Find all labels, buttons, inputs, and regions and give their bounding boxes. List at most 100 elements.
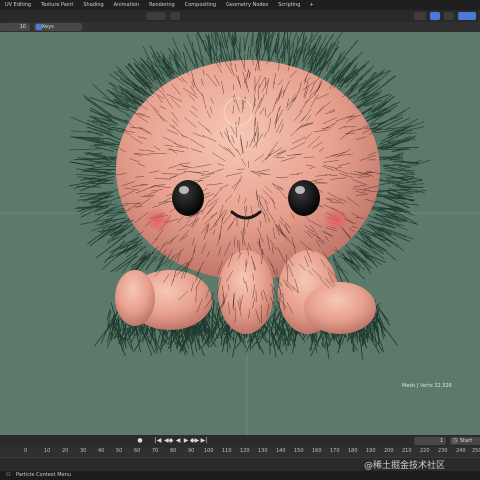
- tab-geometry-nodes[interactable]: Geometry Nodes: [221, 0, 273, 10]
- 3d-viewport[interactable]: [0, 32, 480, 435]
- fur-strand: [70, 116, 104, 132]
- watermark: @稀土掘金技术社区: [364, 461, 446, 471]
- overlay-toggle-icon[interactable]: [430, 12, 440, 20]
- status-hint: Particle Context Menu: [15, 472, 71, 478]
- ruler-tick: 30: [80, 448, 87, 454]
- record-button[interactable]: ●: [136, 437, 144, 445]
- start-frame-field[interactable]: ◷ Start: [450, 437, 480, 445]
- fur-strand: [394, 202, 419, 206]
- hair-strand: [154, 251, 161, 260]
- shading-mode-icon[interactable]: [458, 12, 476, 20]
- fur-strand: [70, 130, 103, 134]
- play-reverse-icon[interactable]: ◀: [174, 437, 182, 445]
- hair-strand: [215, 302, 218, 319]
- tentacle-far-left: [115, 270, 155, 326]
- current-frame-field[interactable]: 1: [414, 437, 446, 445]
- fur-strand: [186, 33, 199, 66]
- ruler-tick: 100: [204, 448, 214, 454]
- tentacle-right: [304, 282, 376, 334]
- keyframe-icon: [36, 24, 42, 30]
- ruler-tick: 220: [420, 448, 430, 454]
- transform-pivot-icon[interactable]: [414, 12, 426, 20]
- fur-strand: [69, 148, 103, 151]
- view-options-button[interactable]: [170, 12, 180, 20]
- ruler-tick: 180: [348, 448, 358, 454]
- fur-strand: [376, 172, 400, 179]
- status-bar: ⎔ Particle Context Menu: [0, 471, 480, 480]
- fur-strand: [352, 69, 372, 88]
- eye-right-highlight: [295, 186, 305, 194]
- end-frame-field[interactable]: 10: [0, 23, 30, 31]
- jump-end-icon[interactable]: ▶|: [200, 437, 208, 445]
- fur-strand: [269, 329, 271, 355]
- timeline-header-row: 10 Keys: [0, 22, 480, 32]
- tab-shading[interactable]: Shading: [78, 0, 108, 10]
- ruler-tick: 40: [98, 448, 105, 454]
- add-workspace-button[interactable]: +: [305, 0, 317, 10]
- play-icon[interactable]: ▶: [182, 437, 190, 445]
- ruler-tick: 130: [258, 448, 268, 454]
- viewport-stats: Mesh | Verts 22,326: [402, 383, 452, 389]
- ruler-tick: 240: [456, 448, 466, 454]
- fur-strand: [332, 39, 359, 71]
- cheek-right: [322, 208, 350, 232]
- jump-start-icon[interactable]: |◀: [154, 437, 162, 445]
- ruler-tick: 150: [294, 448, 304, 454]
- keys-dropdown[interactable]: Keys: [34, 23, 82, 31]
- ruler-tick: 90: [188, 448, 195, 454]
- mouse-icon: ⎔: [6, 472, 11, 478]
- workspace-tab-bar: UV Editing Texture Paint Shading Animati…: [0, 0, 480, 10]
- frame-ruler[interactable]: 0 10 20 30 40 50 60 70 80 90 100 110 120…: [0, 447, 480, 457]
- tab-texture-paint[interactable]: Texture Paint: [36, 0, 78, 10]
- fur-strand: [396, 146, 420, 149]
- fur-strand: [232, 328, 239, 358]
- fur-strand: [244, 32, 249, 52]
- ruler-tick: 110: [222, 448, 232, 454]
- fur-strand: [358, 71, 376, 92]
- cheek-left: [144, 208, 172, 232]
- tab-compositing[interactable]: Compositing: [180, 0, 221, 10]
- fur-strand: [376, 308, 378, 333]
- fur-strand: [103, 132, 123, 141]
- ruler-tick: 140: [276, 448, 286, 454]
- fur-strand: [115, 255, 138, 272]
- keys-label: Keys: [42, 24, 54, 30]
- tab-scripting[interactable]: Scripting: [273, 0, 305, 10]
- prev-key-icon[interactable]: ◀◆: [164, 437, 173, 445]
- fur-strand: [97, 173, 116, 177]
- ruler-tick: 160: [312, 448, 322, 454]
- eye-right: [288, 180, 320, 216]
- next-key-icon[interactable]: ◆▶: [190, 437, 199, 445]
- ruler-tick: 10: [44, 448, 51, 454]
- clock-icon: ◷: [452, 437, 458, 444]
- ruler-tick: 0: [24, 448, 28, 454]
- fur-strand: [398, 190, 427, 194]
- fur-strand: [274, 311, 277, 335]
- hair-strand: [273, 287, 279, 300]
- ruler-tick: 50: [116, 448, 123, 454]
- xray-toggle-icon[interactable]: [444, 12, 454, 20]
- tab-rendering[interactable]: Rendering: [144, 0, 180, 10]
- eye-left: [172, 180, 204, 216]
- fur-strand: [396, 183, 425, 187]
- view-mode-dropdown[interactable]: [146, 12, 166, 20]
- ruler-tick: 80: [170, 448, 177, 454]
- ruler-tick: 170: [330, 448, 340, 454]
- ruler-tick: 60: [134, 448, 141, 454]
- tab-uv-editing[interactable]: UV Editing: [0, 0, 36, 10]
- ruler-tick: 210: [402, 448, 412, 454]
- fur-strand: [84, 152, 117, 160]
- eye-left-highlight: [179, 186, 189, 194]
- ruler-tick: 20: [62, 448, 69, 454]
- ruler-tick: 200: [384, 448, 394, 454]
- tab-animation[interactable]: Animation: [109, 0, 145, 10]
- fur-strand: [395, 179, 423, 185]
- fur-strand: [296, 37, 307, 68]
- start-label: Start: [460, 438, 473, 444]
- ruler-tick: 250: [472, 448, 480, 454]
- viewport-header: [0, 10, 480, 22]
- ruler-tick: 120: [240, 448, 250, 454]
- fur-strand: [378, 319, 398, 346]
- ruler-tick: 70: [152, 448, 159, 454]
- playback-controls: ● |◀ ◀◆ ◀ ▶ ◆▶ ▶| 1 ◷ Start: [0, 435, 480, 447]
